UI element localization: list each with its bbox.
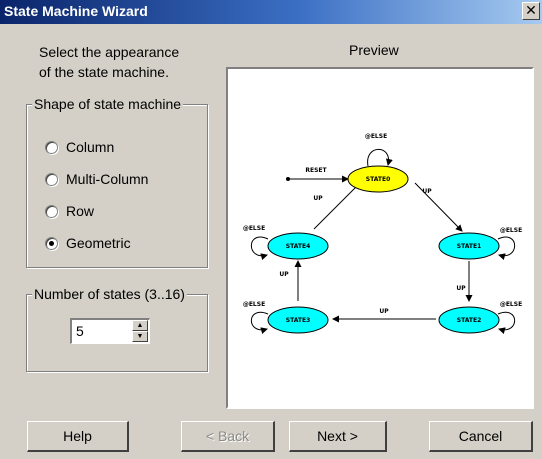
self-loop-state4 xyxy=(251,236,269,261)
back-button[interactable]: < Back xyxy=(181,421,275,452)
up-label-state3-state4: UP xyxy=(279,271,289,278)
radio-multi-column-label: Multi-Column xyxy=(66,171,149,187)
state1-label: STATE1 xyxy=(457,243,482,250)
state4-label: STATE4 xyxy=(286,243,311,250)
up-label-state0-state1: UP xyxy=(422,188,432,195)
radio-row-indicator[interactable] xyxy=(45,204,58,218)
radio-selected-dot xyxy=(49,240,54,246)
up-label-state2-state3: UP xyxy=(379,308,389,315)
radio-column[interactable]: Column xyxy=(45,137,114,157)
next-button[interactable]: Next > xyxy=(289,421,387,452)
radio-multi-column-indicator[interactable] xyxy=(45,172,58,186)
radio-column-label: Column xyxy=(66,139,115,155)
state-diagram: STATE0 STATE1 STATE2 STATE3 STATE4 RESET… xyxy=(243,133,522,335)
cancel-button[interactable]: Cancel xyxy=(429,421,533,452)
arrow-state4-state0 xyxy=(313,182,361,230)
intro-line-1: Select the appearance xyxy=(39,44,180,60)
help-button[interactable]: Help xyxy=(27,421,129,452)
self-loop-state3 xyxy=(251,311,269,335)
title-bar: State Machine Wizard ✕ xyxy=(0,0,542,24)
state0-label: STATE0 xyxy=(366,176,391,183)
window-title: State Machine Wizard xyxy=(4,3,148,19)
radio-geometric-label: Geometric xyxy=(66,235,131,251)
self-loop-state2 xyxy=(497,311,515,335)
self-loop-state1 xyxy=(497,236,515,261)
preview-pane: STATE0 STATE1 STATE2 STATE3 STATE4 RESET… xyxy=(226,67,534,409)
intro-line-2: of the state machine. xyxy=(39,64,169,80)
spin-up-icon[interactable]: ▲ xyxy=(132,320,148,331)
states-group-legend: Number of states (3..16) xyxy=(32,286,187,302)
reset-label: RESET xyxy=(305,167,327,174)
radio-multi-column[interactable]: Multi-Column xyxy=(45,169,148,189)
up-label-state1-state2: UP xyxy=(456,285,466,292)
shape-group: Shape of state machine Column Multi-Colu… xyxy=(26,96,208,268)
close-icon[interactable]: ✕ xyxy=(522,2,540,20)
else-label-state3: @ELSE xyxy=(243,301,265,308)
else-label-state2: @ELSE xyxy=(500,301,522,308)
reset-dot xyxy=(286,177,290,181)
state-count-input[interactable]: 5 xyxy=(76,323,84,339)
state-count-spinner[interactable]: 5 ▲ ▼ xyxy=(70,318,150,344)
up-label-state4-state0: UP xyxy=(313,195,323,202)
state2-label: STATE2 xyxy=(457,317,482,324)
radio-geometric-indicator[interactable] xyxy=(45,236,58,250)
state3-label: STATE3 xyxy=(286,317,311,324)
else-label-state4: @ELSE xyxy=(243,225,265,232)
else-label-state0: @ELSE xyxy=(365,133,387,140)
radio-column-indicator[interactable] xyxy=(45,140,58,154)
spin-down-icon[interactable]: ▼ xyxy=(132,331,148,342)
radio-row-label: Row xyxy=(66,203,95,219)
radio-geometric[interactable]: Geometric xyxy=(45,233,131,253)
preview-label: Preview xyxy=(349,42,399,58)
else-label-state1: @ELSE xyxy=(500,227,522,234)
self-loop-state0 xyxy=(367,149,393,167)
intro-text: Select the appearance of the state machi… xyxy=(39,42,179,82)
radio-row[interactable]: Row xyxy=(45,201,94,221)
shape-group-legend: Shape of state machine xyxy=(32,96,184,112)
